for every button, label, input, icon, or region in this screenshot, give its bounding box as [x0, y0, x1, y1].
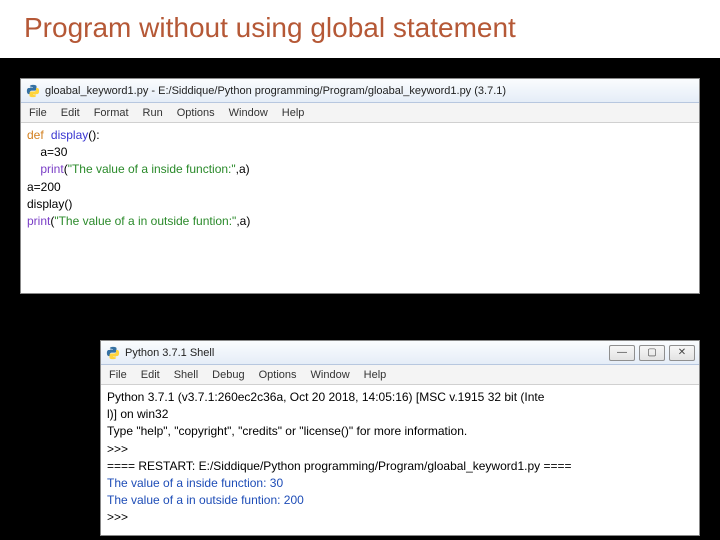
code-line: a=200	[27, 180, 61, 194]
menu-help[interactable]: Help	[364, 369, 387, 381]
menu-window[interactable]: Window	[229, 107, 268, 119]
shell-prompt: >>>	[107, 442, 128, 456]
menu-window[interactable]: Window	[311, 369, 350, 381]
window-controls: — ▢ ✕	[609, 345, 695, 361]
string-literal: "The value of a inside function:"	[68, 162, 236, 176]
menu-debug[interactable]: Debug	[212, 369, 244, 381]
paren: ():	[88, 128, 99, 142]
shell-titlebar: Python 3.7.1 Shell — ▢ ✕	[101, 341, 699, 365]
slide-heading: Program without using global statement	[0, 0, 720, 58]
menu-options[interactable]: Options	[177, 107, 215, 119]
string-literal: "The value of a in outside funtion:"	[54, 214, 236, 228]
menu-edit[interactable]: Edit	[61, 107, 80, 119]
shell-title: Python 3.7.1 Shell	[125, 347, 609, 359]
builtin-print: print	[27, 214, 50, 228]
kw-def: def	[27, 128, 44, 142]
minimize-button[interactable]: —	[609, 345, 635, 361]
shell-restart-line: ==== RESTART: E:/Siddique/Python program…	[107, 459, 571, 473]
menu-file[interactable]: File	[29, 107, 47, 119]
editor-code-area[interactable]: def display(): a=30 print("The value of …	[21, 123, 699, 293]
close-button[interactable]: ✕	[669, 345, 695, 361]
shell-prompt: >>>	[107, 510, 128, 524]
shell-line: Python 3.7.1 (v3.7.1:260ec2c36a, Oct 20 …	[107, 390, 544, 404]
heading-text: Program without using global statement	[24, 12, 696, 44]
code-line: a=30	[27, 145, 67, 159]
builtin-print: print	[40, 162, 63, 176]
maximize-button[interactable]: ▢	[639, 345, 665, 361]
paren: ,a)	[236, 214, 250, 228]
shell-menubar: File Edit Shell Debug Options Window Hel…	[101, 365, 699, 385]
editor-titlebar: gloabal_keyword1.py - E:/Siddique/Python…	[21, 79, 699, 103]
shell-line: l)] on win32	[107, 407, 168, 421]
indent	[27, 162, 40, 176]
editor-menubar: File Edit Format Run Options Window Help	[21, 103, 699, 123]
idle-editor-window: gloabal_keyword1.py - E:/Siddique/Python…	[20, 78, 700, 294]
editor-title: gloabal_keyword1.py - E:/Siddique/Python…	[45, 85, 695, 97]
menu-run[interactable]: Run	[143, 107, 163, 119]
fn-name: display	[51, 128, 88, 142]
shell-line: Type "help", "copyright", "credits" or "…	[107, 424, 467, 438]
idle-shell-window: Python 3.7.1 Shell — ▢ ✕ File Edit Shell…	[100, 340, 700, 536]
menu-help[interactable]: Help	[282, 107, 305, 119]
menu-format[interactable]: Format	[94, 107, 129, 119]
code-line: display()	[27, 197, 72, 211]
python-icon	[25, 83, 41, 99]
python-icon	[105, 345, 121, 361]
paren: ,a)	[236, 162, 250, 176]
shell-output-line: The value of a inside function: 30	[107, 476, 283, 490]
menu-shell[interactable]: Shell	[174, 369, 198, 381]
shell-output-area[interactable]: Python 3.7.1 (v3.7.1:260ec2c36a, Oct 20 …	[101, 385, 699, 535]
menu-edit[interactable]: Edit	[141, 369, 160, 381]
menu-file[interactable]: File	[109, 369, 127, 381]
menu-options[interactable]: Options	[259, 369, 297, 381]
shell-output-line: The value of a in outside funtion: 200	[107, 493, 304, 507]
